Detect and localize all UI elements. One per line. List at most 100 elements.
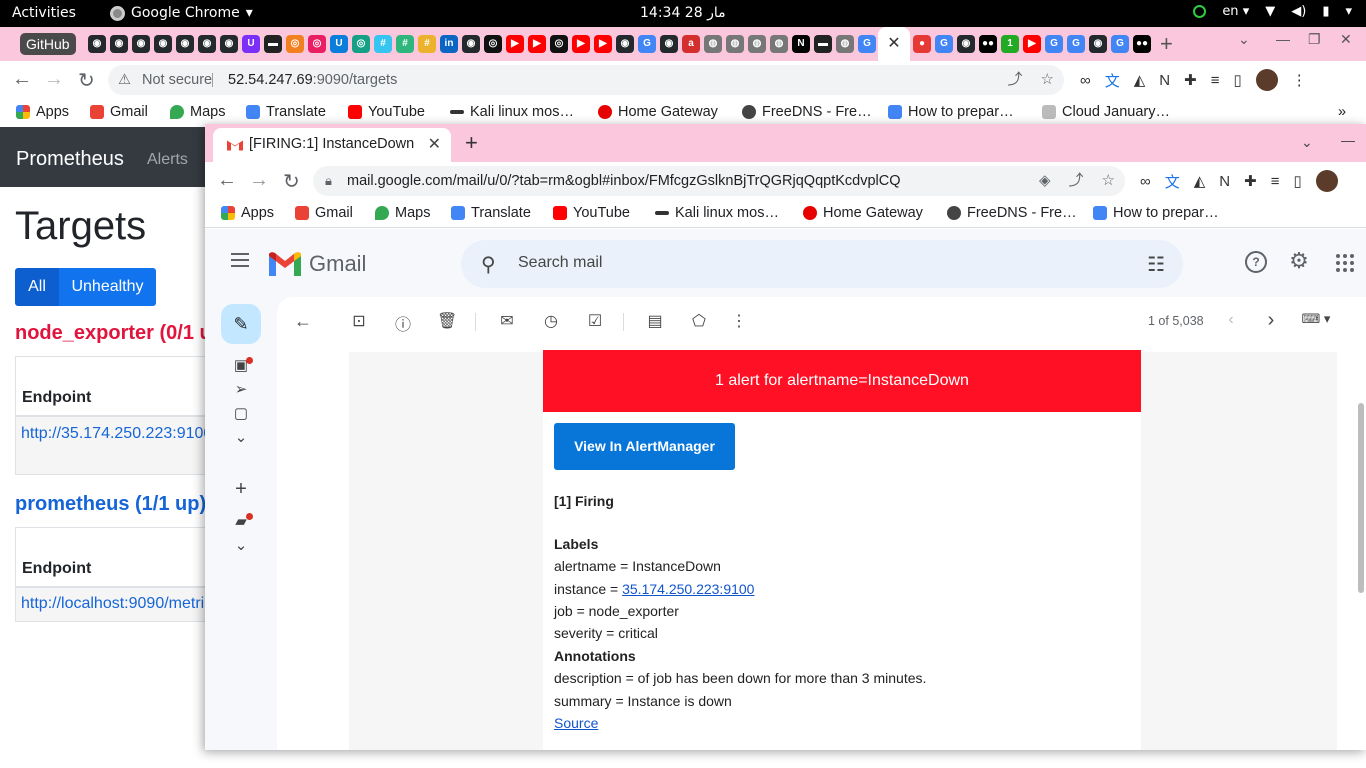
github-icon[interactable]: ◉ xyxy=(132,35,150,53)
bookmark-translate[interactable]: Translate xyxy=(451,205,531,221)
bookmark-youtube[interactable]: YouTube xyxy=(348,104,425,120)
github-icon[interactable]: ◉ xyxy=(616,35,634,53)
bookmark-gmail[interactable]: Gmail xyxy=(90,104,148,120)
label-icon[interactable]: ⬠ xyxy=(689,311,709,331)
youtube-icon[interactable]: ▶ xyxy=(506,35,524,53)
google-icon[interactable]: G xyxy=(935,35,953,53)
github-icon[interactable]: ◉ xyxy=(154,35,172,53)
search-mail-input[interactable]: ⚲ Search mail ☷ xyxy=(461,240,1183,288)
bookmark-apps[interactable]: Apps xyxy=(221,205,274,221)
bookmark-kali[interactable]: Kali linux mos… xyxy=(450,104,574,120)
github-icon[interactable]: ◉ xyxy=(462,35,480,53)
new-tab-button[interactable]: + xyxy=(1160,31,1173,57)
notion-icon[interactable]: N xyxy=(1219,173,1230,190)
avatar[interactable] xyxy=(1315,170,1338,192)
tab-firing-alert[interactable]: [FIRING:1] InstanceDown ✕ xyxy=(213,128,451,162)
google-icon[interactable]: G xyxy=(1045,35,1063,53)
bookmark-how-to-prepare[interactable]: How to prepar… xyxy=(888,104,1014,120)
activities-button[interactable]: Activities xyxy=(12,5,76,21)
clock[interactable]: 14:34 28 مار xyxy=(640,5,726,21)
drop-icon[interactable]: ● xyxy=(913,35,931,53)
compose-button[interactable]: ✎ xyxy=(221,304,261,344)
github-icon[interactable]: ◉ xyxy=(198,35,216,53)
star-icon[interactable]: ☆ xyxy=(1041,65,1054,95)
bookmark-apps[interactable]: Apps xyxy=(16,104,69,120)
minimize-button[interactable]: — xyxy=(1276,31,1290,47)
youtube-icon[interactable]: ▶ xyxy=(528,35,546,53)
reload-icon[interactable]: ↻ xyxy=(78,68,95,93)
system-tray[interactable]: en ▾ ▼ ◀) ▮ ▾ xyxy=(1193,4,1352,19)
main-menu-icon[interactable] xyxy=(231,253,249,271)
github-icon[interactable]: ◉ xyxy=(88,35,106,53)
side-panel-icon[interactable]: ▯ xyxy=(1293,172,1301,190)
github-icon[interactable]: ◉ xyxy=(1089,35,1107,53)
youtube-icon[interactable]: ▶ xyxy=(594,35,612,53)
close-window-button[interactable]: ✕ xyxy=(1340,31,1352,48)
notion-icon[interactable]: N xyxy=(792,35,810,53)
report-spam-icon[interactable]: ⓘ xyxy=(393,311,413,334)
endpoint-link[interactable]: http://35.174.250.223:9100 xyxy=(21,425,205,442)
youtube-icon[interactable]: ▶ xyxy=(1023,35,1041,53)
terminal-icon[interactable]: ▬ xyxy=(264,35,282,53)
search-icon[interactable]: ⚲ xyxy=(481,252,496,277)
more-vert-icon[interactable]: ⋮ xyxy=(729,311,749,331)
reload-icon[interactable]: ↻ xyxy=(283,169,300,194)
translate-icon[interactable]: 文 xyxy=(1105,70,1120,91)
extension-icon[interactable]: ∞ xyxy=(1080,72,1091,89)
github-icon[interactable]: ◉ xyxy=(220,35,238,53)
back-arrow-icon[interactable]: ← xyxy=(12,68,32,91)
slack-icon[interactable]: # xyxy=(374,35,392,53)
view-in-alertmanager-button[interactable]: View In AlertManager xyxy=(554,423,735,470)
pool-title-node-exporter[interactable]: node_exporter (0/1 u xyxy=(15,322,212,345)
move-to-icon[interactable]: ▤ xyxy=(645,311,665,331)
share-icon[interactable]: ⤴ xyxy=(1008,65,1023,95)
bookmark-freedns[interactable]: FreeDNS - Fre… xyxy=(742,104,872,120)
archive-icon[interactable]: ⊡ xyxy=(349,311,369,331)
extension-icon[interactable]: ◭ xyxy=(1194,172,1206,190)
bookmarks-overflow[interactable]: » xyxy=(1338,104,1346,120)
mark-unread-icon[interactable]: ✉ xyxy=(497,311,517,331)
add-task-icon[interactable]: ☑ xyxy=(585,311,605,331)
back-to-inbox-icon[interactable]: ← xyxy=(293,311,313,331)
share-icon[interactable]: ⤴ xyxy=(1069,166,1084,196)
minimize-button[interactable]: — xyxy=(1341,132,1355,148)
avatar[interactable] xyxy=(1255,69,1278,91)
bookmark-youtube[interactable]: YouTube xyxy=(553,205,630,221)
forward-arrow-icon[interactable]: → xyxy=(44,68,64,91)
bookmark-maps[interactable]: Maps xyxy=(170,104,225,120)
translate-icon[interactable]: 文 xyxy=(1165,171,1180,192)
u-icon[interactable]: U xyxy=(242,35,260,53)
delete-icon[interactable]: 🗑︎ xyxy=(437,311,457,331)
drafts-icon[interactable]: ▢ xyxy=(232,404,250,422)
app-menu[interactable]: Google Chrome ▾ xyxy=(110,5,253,21)
globe-icon[interactable]: ◍ xyxy=(726,35,744,53)
endpoint-link[interactable]: http://localhost:9090/metri xyxy=(21,595,204,612)
tab-search-button[interactable]: ⌄ xyxy=(1238,31,1250,48)
settings-gear-icon[interactable]: ⚙ xyxy=(1288,248,1310,273)
gmail-logo[interactable]: Gmail xyxy=(269,251,366,277)
input-tools-icon[interactable]: ⌨ ▾ xyxy=(1299,311,1333,331)
more-chevron-icon[interactable]: ⌄ xyxy=(232,428,250,446)
github-icon[interactable]: ◉ xyxy=(660,35,678,53)
nav-alerts[interactable]: Alerts xyxy=(147,151,188,169)
reading-list-icon[interactable]: ≡ xyxy=(1271,173,1280,190)
bookmark-home-gateway[interactable]: Home Gateway xyxy=(803,205,923,221)
youtube-icon[interactable]: ▶ xyxy=(572,35,590,53)
google-icon[interactable]: G xyxy=(638,35,656,53)
slack-icon[interactable]: # xyxy=(396,35,414,53)
green-icon[interactable]: ◎ xyxy=(352,35,370,53)
new-tab-button[interactable]: + xyxy=(465,130,478,156)
github-icon[interactable]: ◉ xyxy=(110,35,128,53)
puzzle-icon[interactable]: ✚ xyxy=(1244,172,1257,190)
circle-icon[interactable]: ◎ xyxy=(484,35,502,53)
eye-icon[interactable]: ◈ xyxy=(1039,166,1051,196)
sent-icon[interactable]: ➢ xyxy=(232,380,250,398)
source-link[interactable]: Source xyxy=(554,715,598,731)
orange-icon[interactable]: ◎ xyxy=(286,35,304,53)
older-chevron-icon[interactable]: › xyxy=(1261,309,1281,331)
ask-icon[interactable]: a xyxy=(682,35,700,53)
filter-all-button[interactable]: All xyxy=(15,268,59,306)
extension-icon[interactable]: ∞ xyxy=(1140,173,1151,190)
bookmark-how-to-prepare[interactable]: How to prepar… xyxy=(1093,205,1219,221)
snooze-icon[interactable]: ◷ xyxy=(541,311,561,331)
